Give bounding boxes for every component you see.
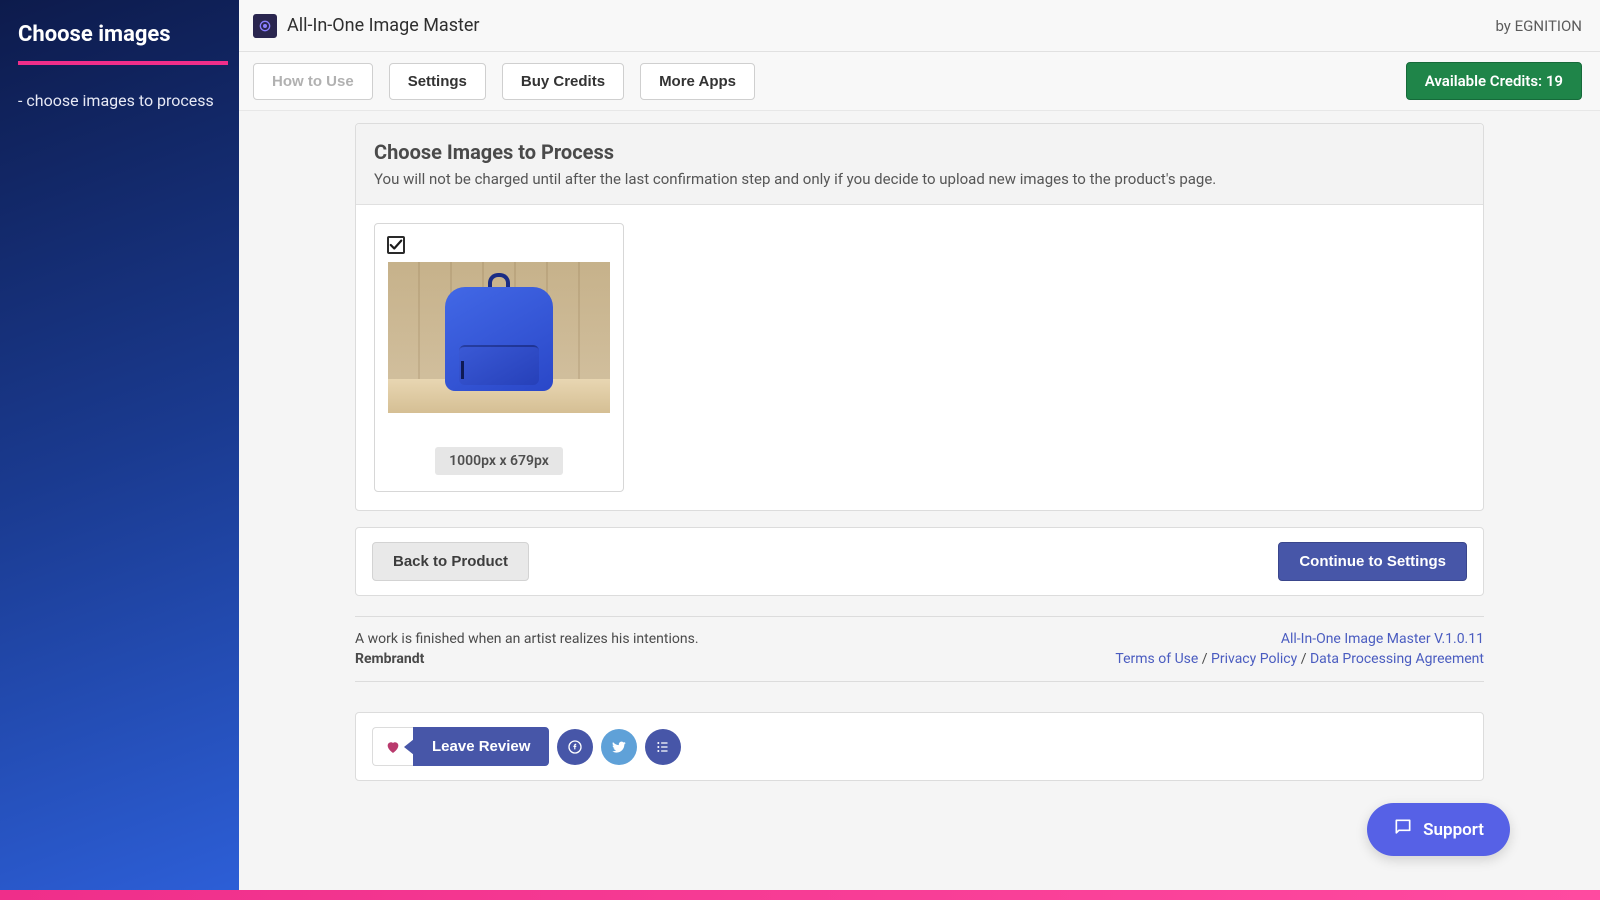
dpa-link[interactable]: Data Processing Agreement bbox=[1310, 651, 1484, 667]
toolbar-left: How to Use Settings Buy Credits More App… bbox=[253, 63, 755, 100]
choose-panel-title: Choose Images to Process bbox=[374, 140, 1465, 164]
content: Choose Images to Process You will not be… bbox=[239, 111, 1600, 900]
toolbar: How to Use Settings Buy Credits More App… bbox=[239, 52, 1600, 111]
continue-button[interactable]: Continue to Settings bbox=[1278, 542, 1467, 581]
support-button[interactable]: Support bbox=[1367, 803, 1510, 856]
image-thumbnail bbox=[388, 262, 610, 413]
sidebar-step: - choose images to process bbox=[18, 91, 239, 110]
app-version-link[interactable]: All-In-One Image Master V.1.0.11 bbox=[1115, 631, 1484, 647]
footer-info: A work is finished when an artist realiz… bbox=[355, 616, 1484, 682]
choose-panel-header: Choose Images to Process You will not be… bbox=[356, 124, 1483, 205]
facebook-button[interactable] bbox=[557, 729, 593, 765]
terms-link[interactable]: Terms of Use bbox=[1115, 651, 1198, 667]
footer-author: Rembrandt bbox=[355, 651, 699, 667]
main-area: All-In-One Image Master by EGNITION How … bbox=[239, 0, 1600, 900]
image-checkbox[interactable] bbox=[387, 236, 405, 254]
choose-panel-body: 1000px x 679px bbox=[356, 205, 1483, 510]
twitter-button[interactable] bbox=[601, 729, 637, 765]
topbar: All-In-One Image Master by EGNITION bbox=[239, 0, 1600, 52]
buy-credits-button[interactable]: Buy Credits bbox=[502, 63, 624, 100]
sidebar-title: Choose images bbox=[18, 22, 239, 47]
support-label: Support bbox=[1423, 820, 1484, 840]
footer-right: All-In-One Image Master V.1.0.11 Terms o… bbox=[1115, 631, 1484, 667]
vendor-label: by EGNITION bbox=[1495, 17, 1582, 35]
choose-panel-desc: You will not be charged until after the … bbox=[374, 170, 1465, 188]
settings-button[interactable]: Settings bbox=[389, 63, 486, 100]
social-panel: Leave Review bbox=[355, 712, 1484, 781]
actions-panel: Back to Product Continue to Settings bbox=[355, 527, 1484, 596]
image-dimensions: 1000px x 679px bbox=[435, 447, 563, 475]
sep2: / bbox=[1301, 651, 1310, 667]
chat-icon bbox=[1393, 817, 1413, 842]
more-apps-button[interactable]: More Apps bbox=[640, 63, 755, 100]
bottom-accent-bar bbox=[0, 890, 1600, 900]
sidebar-underline bbox=[18, 61, 228, 65]
leave-review-button[interactable]: Leave Review bbox=[413, 727, 549, 766]
topbar-left: All-In-One Image Master bbox=[253, 14, 480, 38]
credits-badge[interactable]: Available Credits: 19 bbox=[1406, 62, 1582, 100]
app-icon bbox=[253, 14, 277, 38]
image-card[interactable]: 1000px x 679px bbox=[374, 223, 624, 492]
privacy-link[interactable]: Privacy Policy bbox=[1211, 651, 1297, 667]
sep1: / bbox=[1202, 651, 1211, 667]
footer-left: A work is finished when an artist realiz… bbox=[355, 631, 699, 667]
footer-quote: A work is finished when an artist realiz… bbox=[355, 631, 699, 647]
back-button[interactable]: Back to Product bbox=[372, 542, 529, 581]
list-button[interactable] bbox=[645, 729, 681, 765]
how-to-use-button[interactable]: How to Use bbox=[253, 63, 373, 100]
sidebar: Choose images - choose images to process bbox=[0, 0, 239, 900]
app-title: All-In-One Image Master bbox=[287, 15, 480, 36]
choose-panel: Choose Images to Process You will not be… bbox=[355, 123, 1484, 511]
